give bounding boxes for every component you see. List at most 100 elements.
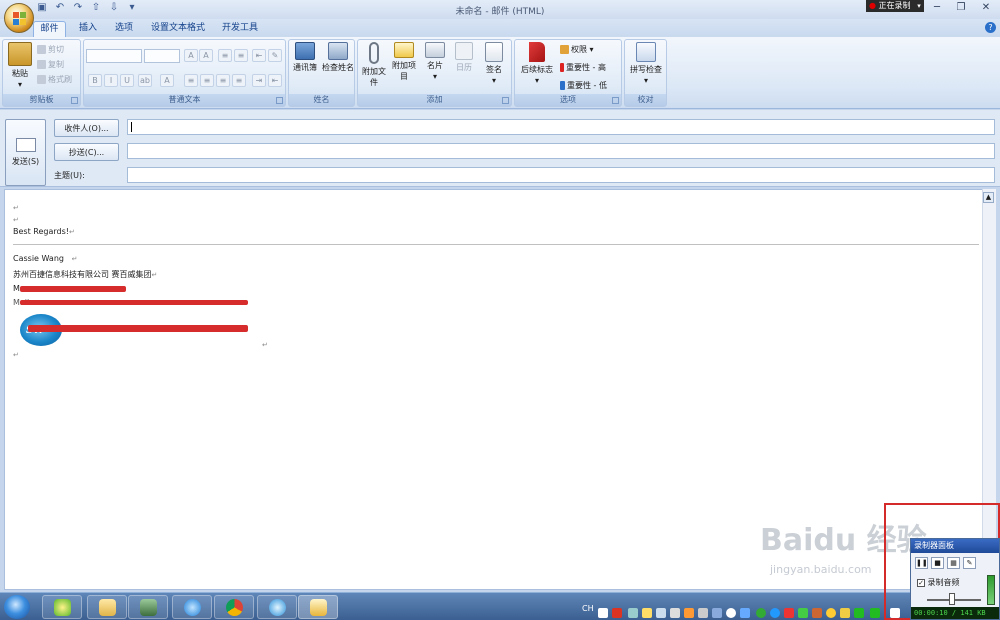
volume-slider-thumb[interactable] (949, 593, 955, 605)
check-names-button[interactable]: 检查姓名 (321, 42, 355, 73)
record-audio-option[interactable]: ✓ 录制音频 (917, 577, 960, 588)
attach-file-button[interactable]: 附加文件 (361, 42, 387, 88)
tray-red-icon[interactable] (784, 608, 794, 618)
taskbar-outlook[interactable] (298, 595, 338, 619)
decrease-indent-icon[interactable]: ⇤ (252, 49, 266, 62)
tray-keyboard2-icon[interactable] (670, 608, 680, 618)
tray-network-icon[interactable] (698, 608, 708, 618)
tab-developer[interactable]: 开发工具 (216, 21, 264, 37)
justify-icon[interactable]: ≡ (232, 74, 246, 87)
dialog-launcher-icon[interactable] (276, 97, 283, 104)
tray-m-icon[interactable] (612, 608, 622, 618)
bold-icon[interactable]: B (88, 74, 102, 87)
address-book-button[interactable]: 通讯簿 (290, 42, 320, 73)
follow-up-button[interactable]: 后续标志 ▾ (517, 42, 557, 86)
spelling-button[interactable]: 拼写检查 ▾ (626, 42, 666, 86)
greeting: Best Regards! (13, 227, 69, 236)
attach-item-button[interactable]: 附加项目 (390, 42, 418, 82)
tray-shield-icon[interactable] (870, 608, 880, 618)
record-audio-checkbox[interactable]: ✓ (917, 578, 925, 587)
close-icon[interactable]: ✕ (975, 1, 997, 15)
minimize-icon[interactable]: ─ (926, 1, 948, 15)
copy-button[interactable]: 复制 (37, 58, 64, 71)
bullets-icon[interactable]: ≡ (218, 49, 232, 62)
signature-button[interactable]: 签名 ▾ (480, 42, 508, 86)
tab-format-text[interactable]: 设置文本格式 (146, 21, 210, 37)
tray-green-icon[interactable] (756, 608, 766, 618)
font-size-combo[interactable] (144, 49, 180, 63)
recorder-panel[interactable]: 录制器面板 ❚❚ ■ ▦ ✎ ✓ 录制音频 00:00:10 / 141 KB (910, 538, 1000, 620)
recording-dropdown-icon[interactable]: ▾ (914, 0, 924, 12)
tray-brown-icon[interactable] (812, 608, 822, 618)
dialog-launcher-icon[interactable] (71, 97, 78, 104)
to-button[interactable]: 收件人(O)... (54, 119, 119, 137)
numbering-icon[interactable]: ≡ (234, 49, 248, 62)
tray-tool-icon[interactable] (712, 608, 722, 618)
underline-icon[interactable]: U (120, 74, 134, 87)
business-card-button[interactable]: 名片 ▾ (421, 42, 449, 82)
clear-format-icon[interactable]: ✎ (268, 49, 282, 62)
tray-yellow-icon[interactable] (840, 608, 850, 618)
maximize-icon[interactable]: ❐ (950, 1, 972, 15)
taskbar-internet-explorer[interactable] (172, 595, 212, 619)
tray-keyboard-icon[interactable] (598, 608, 608, 618)
calendar-button[interactable]: 日历 (451, 42, 477, 73)
help-icon[interactable]: ? (985, 22, 996, 33)
dialog-launcher-icon[interactable] (502, 97, 509, 104)
subject-field[interactable] (127, 167, 995, 183)
screenshot-icon[interactable]: ▦ (947, 557, 960, 569)
cut-button[interactable]: 剪切 (37, 43, 64, 56)
align-right-icon[interactable]: ≡ (216, 74, 230, 87)
outdent-icon[interactable]: ⇤ (268, 74, 282, 87)
taskbar-app-green[interactable] (42, 595, 82, 619)
indent-icon[interactable]: ⇥ (252, 74, 266, 87)
app-blue-icon (269, 599, 286, 616)
high-importance-button[interactable]: 重要性 - 高 (560, 61, 606, 74)
shrink-font-icon[interactable]: A (199, 49, 213, 62)
italic-icon[interactable]: I (104, 74, 118, 87)
font-name-combo[interactable] (86, 49, 142, 63)
tray-language[interactable]: CH (582, 604, 594, 613)
signature-name: Cassie Wang (13, 254, 64, 263)
send-button[interactable]: 发送(S) (5, 119, 46, 186)
cc-field[interactable] (127, 143, 995, 159)
align-center-icon[interactable]: ≡ (200, 74, 214, 87)
font-color-icon[interactable]: A (160, 74, 174, 87)
tray-help-icon[interactable] (726, 608, 736, 618)
tray-settings-icon[interactable] (656, 608, 666, 618)
tray-app-icon[interactable] (684, 608, 694, 618)
tray-grid-icon[interactable] (628, 608, 638, 618)
tray-smile-icon[interactable] (826, 608, 836, 618)
taskbar-app-blue[interactable] (257, 595, 297, 619)
pause-icon[interactable]: ❚❚ (915, 557, 928, 569)
low-importance-button[interactable]: 重要性 - 低 (560, 79, 607, 92)
permission-button[interactable]: 权限 ▾ (560, 43, 594, 56)
start-button[interactable] (4, 595, 30, 619)
tray-moon-icon[interactable] (642, 608, 652, 618)
tab-message[interactable]: 邮件 (33, 21, 66, 37)
dialog-launcher-icon[interactable] (612, 97, 619, 104)
stop-icon[interactable]: ■ (931, 557, 944, 569)
business-card-label: 名片 (427, 61, 443, 70)
align-left-icon[interactable]: ≡ (184, 74, 198, 87)
taskbar-chrome[interactable] (214, 595, 254, 619)
tray-globe-icon[interactable] (770, 608, 780, 618)
paste-button[interactable]: 粘贴 ▾ (6, 42, 34, 90)
cc-button[interactable]: 抄送(C)... (54, 143, 119, 161)
taskbar-folder[interactable] (87, 595, 127, 619)
format-painter-button[interactable]: 格式刷 (37, 73, 72, 86)
to-field[interactable] (127, 119, 995, 135)
tray-star-icon[interactable] (854, 608, 864, 618)
taskbar-terminal[interactable] (128, 595, 168, 619)
office-button[interactable] (4, 3, 34, 33)
highlight-icon[interactable]: ab (138, 74, 152, 87)
tab-options[interactable]: 选项 (108, 21, 140, 37)
grow-font-icon[interactable]: A (184, 49, 198, 62)
record-audio-label: 录制音频 (927, 578, 960, 587)
tray-security-icon[interactable] (798, 608, 808, 618)
tab-insert[interactable]: 插入 (72, 21, 104, 37)
audio-level-meter (987, 575, 995, 605)
tray-update-icon[interactable] (740, 608, 750, 618)
scroll-up-icon[interactable]: ▲ (983, 192, 994, 203)
pen-icon[interactable]: ✎ (963, 557, 976, 569)
